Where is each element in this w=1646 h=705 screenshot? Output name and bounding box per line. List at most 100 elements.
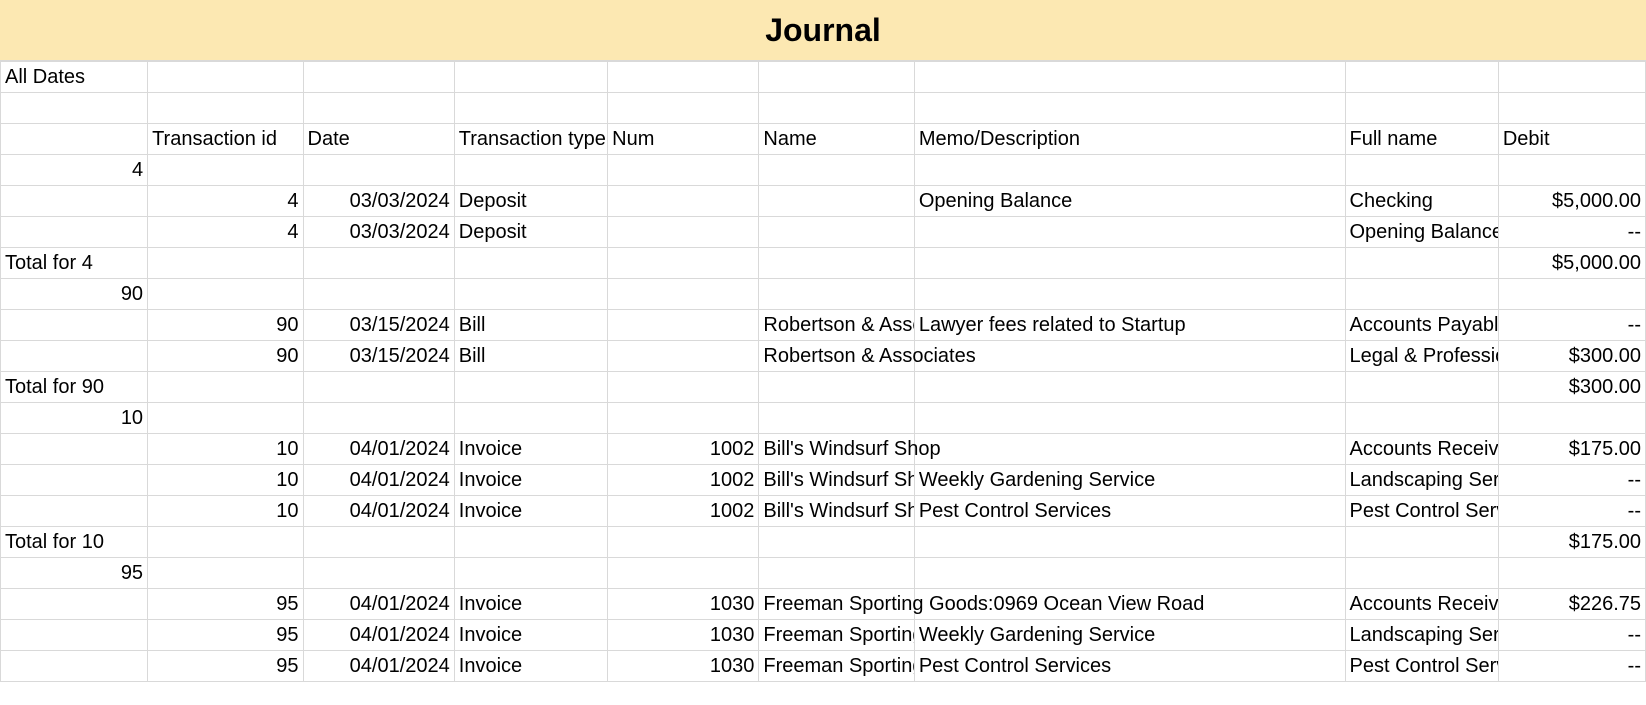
empty-cell[interactable] xyxy=(303,93,454,124)
cell-full-name[interactable]: Landscaping Services xyxy=(1345,465,1498,496)
cell-name[interactable]: Freeman Sporting Goods:0969 Ocean View R… xyxy=(759,620,914,651)
empty-cell[interactable] xyxy=(148,93,303,124)
empty-cell[interactable] xyxy=(759,155,914,186)
empty-cell[interactable] xyxy=(608,279,759,310)
empty-cell[interactable] xyxy=(454,155,607,186)
empty-cell[interactable] xyxy=(303,248,454,279)
empty-cell[interactable] xyxy=(454,248,607,279)
empty-cell[interactable] xyxy=(1498,279,1645,310)
empty-cell[interactable] xyxy=(759,279,914,310)
group-total-debit[interactable]: $300.00 xyxy=(1498,372,1645,403)
empty-cell[interactable] xyxy=(914,558,1345,589)
empty-cell[interactable] xyxy=(608,62,759,93)
col-transaction-type[interactable]: Transaction type xyxy=(454,124,607,155)
empty-cell[interactable] xyxy=(303,558,454,589)
cell-debit[interactable]: $300.00 xyxy=(1498,341,1645,372)
empty-cell[interactable] xyxy=(1345,93,1498,124)
empty-cell[interactable] xyxy=(608,93,759,124)
cell-num[interactable]: 1030 xyxy=(608,620,759,651)
empty-cell[interactable] xyxy=(1345,155,1498,186)
cell-transaction-id[interactable]: 95 xyxy=(148,651,303,682)
empty-cell[interactable] xyxy=(914,62,1345,93)
empty-cell[interactable] xyxy=(454,527,607,558)
empty-cell[interactable] xyxy=(454,93,607,124)
empty-cell[interactable] xyxy=(608,372,759,403)
empty-cell[interactable] xyxy=(454,558,607,589)
group-id[interactable]: 10 xyxy=(1,403,148,434)
group-total-label[interactable]: Total for 90 xyxy=(1,372,148,403)
cell-date[interactable]: 03/03/2024 xyxy=(303,186,454,217)
cell-full-name[interactable]: Accounts Payable (A/P) xyxy=(1345,310,1498,341)
empty-cell[interactable] xyxy=(1498,93,1645,124)
empty-cell[interactable] xyxy=(1,217,148,248)
cell-num[interactable] xyxy=(608,217,759,248)
empty-cell[interactable] xyxy=(914,527,1345,558)
col-memo[interactable]: Memo/Description xyxy=(914,124,1345,155)
empty-cell[interactable] xyxy=(148,403,303,434)
group-id[interactable]: 95 xyxy=(1,558,148,589)
cell-date[interactable]: 04/01/2024 xyxy=(303,496,454,527)
empty-cell[interactable] xyxy=(303,527,454,558)
cell-full-name[interactable]: Landscaping Services xyxy=(1345,620,1498,651)
cell-num[interactable] xyxy=(608,341,759,372)
cell-transaction-id[interactable]: 90 xyxy=(148,310,303,341)
empty-cell[interactable] xyxy=(303,155,454,186)
cell-name[interactable]: Bill's Windsurf Shop xyxy=(759,434,914,465)
empty-cell[interactable] xyxy=(454,403,607,434)
cell-date[interactable]: 04/01/2024 xyxy=(303,434,454,465)
cell-transaction-type[interactable]: Invoice xyxy=(454,496,607,527)
cell-transaction-id[interactable]: 4 xyxy=(148,217,303,248)
group-total-debit[interactable]: $5,000.00 xyxy=(1498,248,1645,279)
cell-transaction-id[interactable]: 95 xyxy=(148,620,303,651)
empty-cell[interactable] xyxy=(1345,403,1498,434)
cell-date[interactable]: 04/01/2024 xyxy=(303,651,454,682)
empty-cell[interactable] xyxy=(1345,62,1498,93)
group-id[interactable]: 90 xyxy=(1,279,148,310)
cell-debit[interactable]: $226.75 xyxy=(1498,589,1645,620)
empty-cell[interactable] xyxy=(1345,279,1498,310)
cell-debit[interactable]: $175.00 xyxy=(1498,434,1645,465)
empty-cell[interactable] xyxy=(1,341,148,372)
cell-name[interactable]: Bill's Windsurf Shop xyxy=(759,465,914,496)
cell-memo[interactable]: Weekly Gardening Service xyxy=(914,465,1345,496)
col-name[interactable]: Name xyxy=(759,124,914,155)
empty-cell[interactable] xyxy=(148,279,303,310)
cell-name[interactable]: Robertson & Associates xyxy=(759,341,914,372)
empty-cell[interactable] xyxy=(148,372,303,403)
cell-transaction-id[interactable]: 10 xyxy=(148,434,303,465)
empty-cell[interactable] xyxy=(1,434,148,465)
empty-cell[interactable] xyxy=(1345,248,1498,279)
empty-cell[interactable] xyxy=(914,248,1345,279)
empty-cell[interactable] xyxy=(1,124,148,155)
group-total-debit[interactable]: $175.00 xyxy=(1498,527,1645,558)
cell-date[interactable]: 03/15/2024 xyxy=(303,341,454,372)
empty-cell[interactable] xyxy=(759,372,914,403)
cell-debit[interactable]: -- xyxy=(1498,217,1645,248)
cell-transaction-type[interactable]: Bill xyxy=(454,310,607,341)
cell-num[interactable] xyxy=(608,310,759,341)
empty-cell[interactable] xyxy=(148,527,303,558)
empty-cell[interactable] xyxy=(759,403,914,434)
empty-cell[interactable] xyxy=(1,620,148,651)
cell-memo[interactable]: Pest Control Services xyxy=(914,651,1345,682)
cell-memo[interactable]: Pest Control Services xyxy=(914,496,1345,527)
cell-name[interactable]: Robertson & Associates xyxy=(759,310,914,341)
cell-transaction-type[interactable]: Deposit xyxy=(454,186,607,217)
cell-transaction-type[interactable]: Invoice xyxy=(454,589,607,620)
col-date[interactable]: Date xyxy=(303,124,454,155)
cell-name[interactable] xyxy=(759,186,914,217)
cell-num[interactable]: 1002 xyxy=(608,434,759,465)
cell-date[interactable]: 03/03/2024 xyxy=(303,217,454,248)
cell-full-name[interactable]: Pest Control Services xyxy=(1345,651,1498,682)
empty-cell[interactable] xyxy=(759,248,914,279)
cell-transaction-type[interactable]: Deposit xyxy=(454,217,607,248)
empty-cell[interactable] xyxy=(1498,403,1645,434)
empty-cell[interactable] xyxy=(148,248,303,279)
empty-cell[interactable] xyxy=(914,155,1345,186)
cell-transaction-type[interactable]: Invoice xyxy=(454,465,607,496)
cell-debit[interactable]: -- xyxy=(1498,496,1645,527)
cell-full-name[interactable]: Legal & Professional Fees xyxy=(1345,341,1498,372)
cell-transaction-type[interactable]: Invoice xyxy=(454,651,607,682)
cell-num[interactable]: 1002 xyxy=(608,496,759,527)
empty-cell[interactable] xyxy=(303,403,454,434)
